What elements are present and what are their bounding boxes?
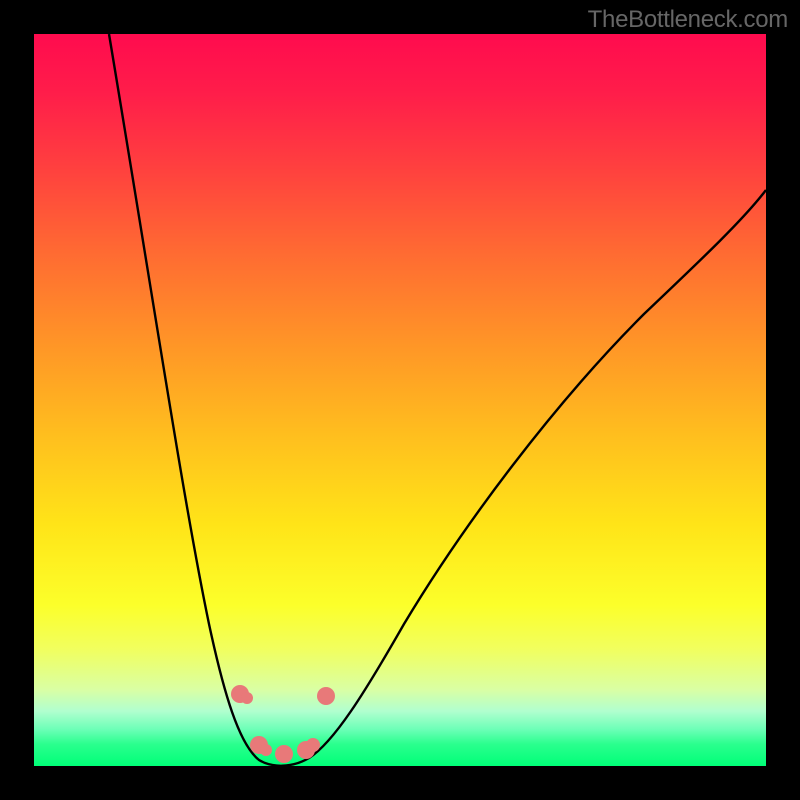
dot [306, 738, 320, 752]
dot [260, 744, 272, 756]
dot [317, 687, 335, 705]
curve-svg [34, 34, 766, 766]
plot-area [34, 34, 766, 766]
chart-frame: TheBottleneck.com [0, 0, 800, 800]
watermark-text: TheBottleneck.com [588, 6, 788, 34]
dot [275, 745, 293, 763]
dot [241, 692, 253, 704]
bottleneck-curve [109, 34, 766, 766]
